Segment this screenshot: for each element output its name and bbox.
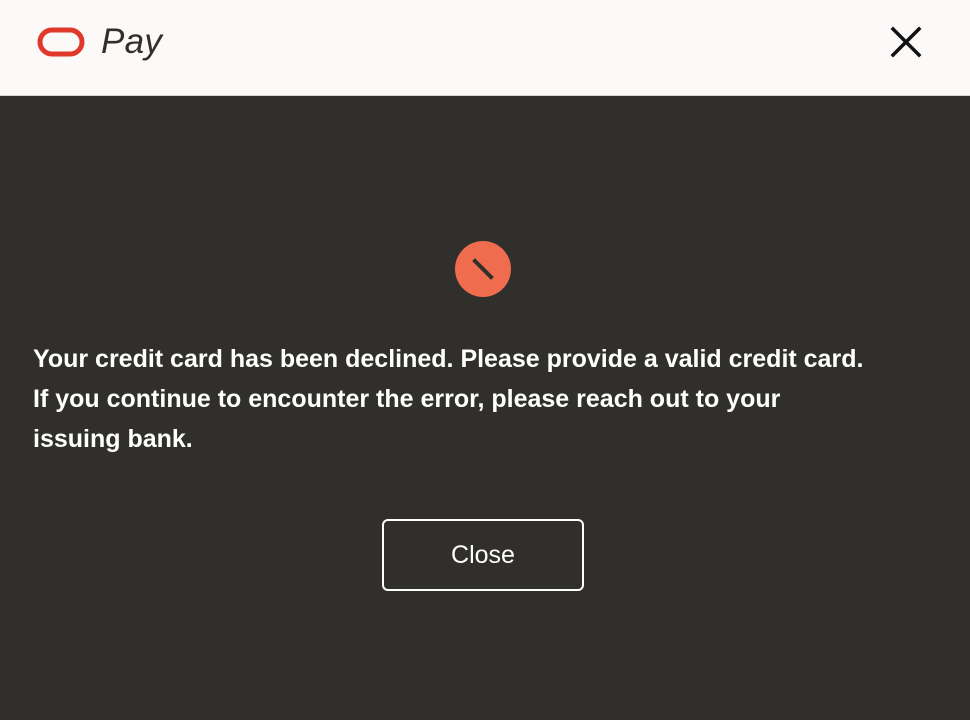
brand-title: Pay [101,22,163,61]
header-bar: Pay [0,0,970,96]
error-message-line: Your credit card has been declined. Plea… [33,345,864,373]
declined-icon [455,241,511,297]
close-icon[interactable] [886,22,926,62]
payment-dialog: Pay Your credit card has been declined. … [0,0,970,720]
error-message: Your credit card has been declined. Plea… [33,339,933,459]
oracle-logo-icon [37,27,85,57]
close-button[interactable]: Close [382,519,584,591]
error-message-line: issuing bank. [33,425,193,453]
error-message-line: If you continue to encounter the error, … [33,385,781,413]
